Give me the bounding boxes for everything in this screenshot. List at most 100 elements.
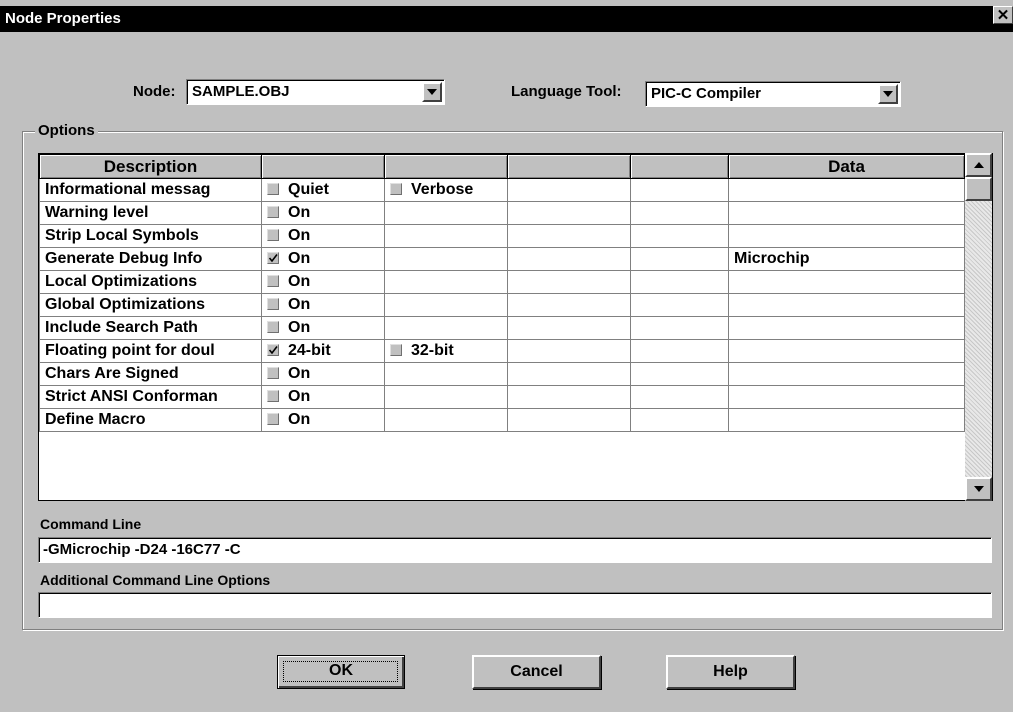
option-checkbox[interactable] <box>267 275 279 287</box>
option-cell-3[interactable] <box>507 316 631 340</box>
option-cell-1[interactable]: 24-bit <box>261 339 385 363</box>
option-cell-1[interactable]: On <box>261 385 385 409</box>
option-cell-4[interactable] <box>630 270 729 294</box>
option-cell-2[interactable] <box>384 293 508 317</box>
option-checkbox[interactable] <box>267 413 279 425</box>
option-description[interactable]: Include Search Path <box>39 316 262 340</box>
option-description[interactable]: Warning level <box>39 201 262 225</box>
table-row[interactable]: Chars Are Signed On <box>39 362 965 386</box>
option-checkbox[interactable] <box>267 252 279 264</box>
scroll-thumb[interactable] <box>965 177 992 201</box>
option-data[interactable] <box>728 201 965 225</box>
cancel-button[interactable]: Cancel <box>472 655 601 689</box>
option-description[interactable]: Global Optimizations <box>39 293 262 317</box>
option-cell-2[interactable] <box>384 201 508 225</box>
table-row[interactable]: Local Optimizations On <box>39 270 965 294</box>
option-cell-3[interactable] <box>507 339 631 363</box>
column-header-option-3[interactable] <box>507 154 631 179</box>
option-checkbox[interactable] <box>267 344 279 356</box>
column-header-option-4[interactable] <box>630 154 729 179</box>
option-cell-1[interactable]: On <box>261 293 385 317</box>
option-description[interactable]: Define Macro <box>39 408 262 432</box>
option-cell-4[interactable] <box>630 201 729 225</box>
option-cell-3[interactable] <box>507 270 631 294</box>
option-cell-3[interactable] <box>507 201 631 225</box>
option-cell-2[interactable] <box>384 408 508 432</box>
option-checkbox[interactable] <box>267 367 279 379</box>
option-cell-3[interactable] <box>507 247 631 271</box>
option-description[interactable]: Informational messag <box>39 178 262 202</box>
command-line-field[interactable]: -GMicrochip -D24 -16C77 -C <box>38 537 992 563</box>
table-row[interactable]: Generate Debug Info On Microchip <box>39 247 965 271</box>
node-dropdown-button[interactable] <box>422 82 442 102</box>
option-cell-3[interactable] <box>507 408 631 432</box>
option-cell-3[interactable] <box>507 385 631 409</box>
option-cell-2[interactable] <box>384 224 508 248</box>
column-header-option-1[interactable] <box>261 154 385 179</box>
ok-button[interactable]: OK <box>277 655 405 689</box>
scroll-down-button[interactable] <box>965 477 992 501</box>
option-cell-3[interactable] <box>507 293 631 317</box>
table-row[interactable]: Floating point for doul 24-bit 32-bit <box>39 339 965 363</box>
option-cell-2[interactable] <box>384 385 508 409</box>
option-cell-1[interactable]: On <box>261 270 385 294</box>
column-header-option-2[interactable] <box>384 154 508 179</box>
option-cell-1[interactable]: Quiet <box>261 178 385 202</box>
option-description[interactable]: Chars Are Signed <box>39 362 262 386</box>
option-cell-1[interactable]: On <box>261 362 385 386</box>
option-data[interactable] <box>728 224 965 248</box>
table-row[interactable]: Strip Local Symbols On <box>39 224 965 248</box>
scroll-up-button[interactable] <box>965 153 992 177</box>
option-cell-2[interactable]: 32-bit <box>384 339 508 363</box>
option-checkbox[interactable] <box>267 206 279 218</box>
option-checkbox[interactable] <box>267 390 279 402</box>
option-description[interactable]: Generate Debug Info <box>39 247 262 271</box>
option-cell-2[interactable] <box>384 270 508 294</box>
option-cell-4[interactable] <box>630 339 729 363</box>
option-cell-4[interactable] <box>630 408 729 432</box>
option-cell-2[interactable] <box>384 247 508 271</box>
language-tool-select[interactable]: PIC-C Compiler <box>645 81 901 107</box>
table-row[interactable]: Include Search Path On <box>39 316 965 340</box>
option-cell-1[interactable]: On <box>261 316 385 340</box>
table-row[interactable]: Warning level On <box>39 201 965 225</box>
table-row[interactable]: Strict ANSI Conforman On <box>39 385 965 409</box>
option-data[interactable] <box>728 408 965 432</box>
option-checkbox[interactable] <box>267 183 279 195</box>
option-cell-3[interactable] <box>507 362 631 386</box>
option-cell-2[interactable] <box>384 362 508 386</box>
node-select[interactable]: SAMPLE.OBJ <box>186 79 445 105</box>
option-data[interactable] <box>728 385 965 409</box>
additional-options-field[interactable] <box>38 592 992 618</box>
options-scrollbar[interactable] <box>965 153 992 501</box>
table-row[interactable]: Informational messag Quiet Verbose <box>39 178 965 202</box>
table-row[interactable]: Define Macro On <box>39 408 965 432</box>
option-cell-4[interactable] <box>630 247 729 271</box>
option-cell-1[interactable]: On <box>261 201 385 225</box>
option-data[interactable] <box>728 270 965 294</box>
option-data[interactable] <box>728 316 965 340</box>
option-cell-2[interactable]: Verbose <box>384 178 508 202</box>
option-description[interactable]: Strict ANSI Conforman <box>39 385 262 409</box>
option-cell-4[interactable] <box>630 385 729 409</box>
option-cell-1[interactable]: On <box>261 224 385 248</box>
option-cell-4[interactable] <box>630 293 729 317</box>
option-cell-4[interactable] <box>630 178 729 202</box>
table-row[interactable]: Global Optimizations On <box>39 293 965 317</box>
option-cell-4[interactable] <box>630 224 729 248</box>
option-data[interactable] <box>728 293 965 317</box>
option-checkbox[interactable] <box>267 321 279 333</box>
option-checkbox[interactable] <box>390 183 402 195</box>
option-description[interactable]: Strip Local Symbols <box>39 224 262 248</box>
language-tool-dropdown-button[interactable] <box>878 84 898 104</box>
option-cell-2[interactable] <box>384 316 508 340</box>
close-button[interactable]: ✕ <box>993 6 1013 24</box>
option-data[interactable] <box>728 362 965 386</box>
option-data[interactable]: Microchip <box>728 247 965 271</box>
option-cell-1[interactable]: On <box>261 247 385 271</box>
option-description[interactable]: Local Optimizations <box>39 270 262 294</box>
option-cell-3[interactable] <box>507 224 631 248</box>
help-button[interactable]: Help <box>666 655 795 689</box>
option-data[interactable] <box>728 339 965 363</box>
option-cell-3[interactable] <box>507 178 631 202</box>
